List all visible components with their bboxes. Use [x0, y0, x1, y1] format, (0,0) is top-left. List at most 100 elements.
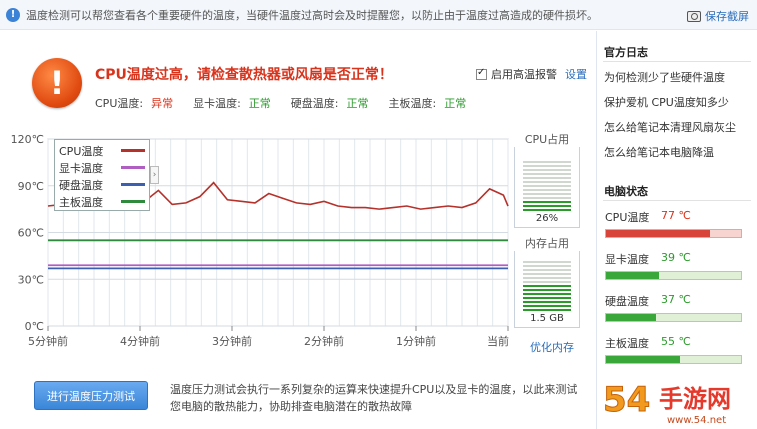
- stat-name: 显卡温度: [605, 253, 649, 266]
- info-bar: ! 温度检测可以帮您查看各个重要硬件的温度，当硬件温度过高时会及时提醒您，以防止…: [0, 0, 757, 30]
- save-screenshot-label: 保存截屏: [705, 10, 749, 23]
- legend-collapse-button[interactable]: ›: [150, 166, 159, 184]
- settings-link[interactable]: 设置: [565, 66, 587, 82]
- stat-name: CPU温度: [605, 211, 650, 224]
- status-label: 主板温度:: [388, 97, 437, 110]
- stat-bar-fill: [606, 314, 656, 321]
- meter-cell: [523, 281, 571, 283]
- legend-swatch: [121, 200, 145, 203]
- meter-cell: [523, 193, 571, 195]
- memory-usage-meter: 1.5 GB: [514, 242, 580, 328]
- alarm-label: 启用高温报警: [491, 68, 557, 81]
- y-tick-label: 60℃: [18, 227, 44, 240]
- meter-cell: [523, 181, 571, 183]
- legend-item: 显卡温度: [59, 159, 145, 176]
- divider: [603, 200, 751, 201]
- meter-cell: [523, 209, 571, 211]
- stat-bar-fill: [606, 356, 681, 363]
- stress-test-description: 温度压力测试会执行一系列复杂的运算来快速提升CPU以及显卡的温度，以此来测试您电…: [170, 383, 578, 413]
- save-screenshot-button[interactable]: 保存截屏: [687, 8, 749, 24]
- meter-cell: [523, 289, 571, 291]
- meter-cell: [523, 301, 571, 303]
- y-tick-label: 30℃: [18, 273, 44, 286]
- stat-bar: [605, 313, 742, 322]
- legend-item: CPU温度: [59, 142, 145, 159]
- svg-text:www.54.net: www.54.net: [667, 415, 726, 426]
- stat-cpu: CPU温度 77 ℃: [605, 209, 742, 238]
- sidebar: 官方日志 为何检测少了些硬件温度 保护爱机 CPU温度知多少 怎么给笔记本清理风…: [596, 31, 757, 429]
- stat-value: 77 ℃: [661, 209, 691, 222]
- meter-cell: [523, 265, 571, 267]
- svg-text:手游网: 手游网: [659, 385, 731, 413]
- meter-cell: [523, 165, 571, 167]
- legend-swatch: [121, 183, 145, 186]
- svg-text:54: 54: [603, 380, 650, 420]
- meter-cell: [523, 269, 571, 271]
- stat-bar-fill: [606, 230, 710, 237]
- log-link[interactable]: 怎么给笔记本电脑降温: [604, 144, 714, 160]
- meter-cell: [523, 309, 571, 311]
- log-link[interactable]: 保护爱机 CPU温度知多少: [604, 94, 729, 110]
- legend-item: 主板温度: [59, 193, 145, 210]
- legend-item: 硬盘温度: [59, 176, 145, 193]
- stat-value: 37 ℃: [661, 293, 691, 306]
- stat-disk: 硬盘温度 37 ℃: [605, 293, 742, 322]
- log-link[interactable]: 怎么给笔记本清理风扇灰尘: [604, 119, 736, 135]
- meter-cell: [523, 201, 571, 203]
- status-label: 硬盘温度:: [290, 97, 339, 110]
- x-tick-label: 2分钟前: [304, 334, 344, 348]
- meter-cell: [523, 185, 571, 187]
- stat-board: 主板温度 55 ℃: [605, 335, 742, 364]
- x-tick-label: 当前: [487, 334, 509, 348]
- stat-gpu: 显卡温度 39 ℃: [605, 251, 742, 280]
- meter-cell: [523, 293, 571, 295]
- legend-swatch: [121, 149, 145, 152]
- meter-cell: [523, 161, 571, 163]
- status-section-title: 电脑状态: [604, 185, 648, 198]
- alarm-checkbox[interactable]: [476, 67, 487, 80]
- status-value: 正常: [444, 97, 467, 110]
- y-tick-label: 90℃: [18, 180, 44, 193]
- meter-cell: [523, 297, 571, 299]
- x-tick-label: 4分钟前: [120, 334, 160, 348]
- cpu-usage-value: 26%: [535, 213, 559, 224]
- status-value: 正常: [346, 97, 369, 110]
- stat-bar-fill: [606, 272, 659, 279]
- meter-cell: [523, 189, 571, 191]
- memory-usage-bars: [523, 261, 571, 313]
- legend-label: 硬盘温度: [59, 178, 103, 192]
- meter-cell: [523, 305, 571, 307]
- cpu-usage-title: CPU占用: [514, 131, 580, 147]
- exclamation-icon: !: [32, 58, 82, 108]
- chart-legend: CPU温度 显卡温度 硬盘温度 主板温度: [54, 139, 150, 211]
- meter-cell: [523, 205, 571, 207]
- meter-cell: [523, 285, 571, 287]
- log-link[interactable]: 为何检测少了些硬件温度: [604, 69, 725, 85]
- info-icon: !: [6, 7, 20, 22]
- meter-cell: [523, 277, 571, 279]
- cpu-usage-meter: 26%: [514, 140, 580, 228]
- stat-value: 55 ℃: [661, 335, 691, 348]
- divider: [603, 61, 751, 62]
- legend-label: 主板温度: [59, 195, 103, 209]
- alert-title: CPU温度过高，请检查散热器或风扇是否正常！: [95, 67, 393, 83]
- meter-cell: [523, 169, 571, 171]
- meter-cell: [523, 261, 571, 263]
- meter-cell: [523, 197, 571, 199]
- status-label: 显卡温度:: [193, 97, 241, 110]
- stat-value: 39 ℃: [661, 251, 691, 264]
- legend-label: CPU温度: [59, 144, 104, 158]
- log-section-title: 官方日志: [604, 46, 648, 59]
- stat-name: 硬盘温度: [605, 295, 649, 308]
- stat-bar: [605, 271, 742, 280]
- stat-bar: [605, 355, 742, 364]
- stat-name: 主板温度: [605, 337, 649, 350]
- stress-test-button[interactable]: 进行温度压力测试: [34, 381, 148, 410]
- meter-cell: [523, 273, 571, 275]
- camera-icon: [687, 10, 701, 22]
- status-summary: CPU温度: 异常 显卡温度: 正常 硬盘温度: 正常 主板温度: 正常: [95, 95, 486, 111]
- memory-usage-title: 内存占用: [514, 235, 580, 251]
- x-tick-label: 3分钟前: [212, 334, 252, 348]
- meter-cell: [523, 177, 571, 179]
- optimize-memory-link[interactable]: 优化内存: [530, 339, 574, 355]
